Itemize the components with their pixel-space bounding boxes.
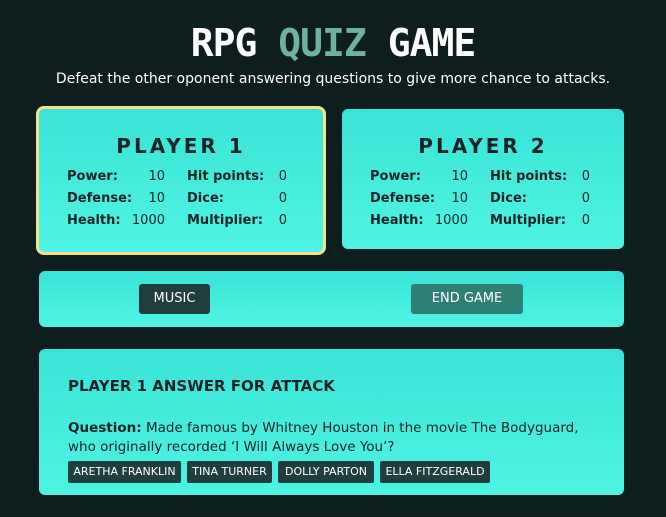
- health-value: 1000: [131, 213, 165, 228]
- game-title: RPG QUIZ GAME: [0, 20, 666, 66]
- player-1-name: PLAYER 1: [116, 134, 246, 158]
- multiplier-value: 0: [581, 213, 590, 228]
- music-button[interactable]: MUSIC: [139, 284, 210, 314]
- title-part-game: GAME: [387, 21, 477, 65]
- question-label: Question:: [68, 420, 142, 436]
- controls-panel: MUSIC END GAME: [39, 271, 624, 327]
- answer-option-aretha-franklin[interactable]: ARETHA FRANKLIN: [68, 461, 181, 483]
- defense-value: 10: [148, 191, 165, 206]
- hit-points-value: 0: [581, 169, 590, 184]
- player-1-card: PLAYER 1 Power: 10 Defense: 10 Health: 1…: [36, 106, 326, 255]
- defense-value: 10: [451, 191, 468, 206]
- power-value: 10: [451, 169, 468, 184]
- health-label: Health:: [67, 213, 121, 228]
- hit-points-value: 0: [278, 169, 287, 184]
- question-panel: PLAYER 1 ANSWER FOR ATTACK Question: Mad…: [39, 349, 624, 495]
- answer-option-tina-turner[interactable]: TINA TURNER: [187, 461, 272, 483]
- health-value: 1000: [434, 213, 468, 228]
- question-heading: PLAYER 1 ANSWER FOR ATTACK: [68, 377, 335, 395]
- dice-label: Dice:: [490, 191, 527, 206]
- power-label: Power:: [370, 169, 421, 184]
- title-part-rpg: RPG: [190, 21, 258, 65]
- player-2-name: PLAYER 2: [418, 134, 548, 158]
- multiplier-value: 0: [278, 213, 287, 228]
- defense-label: Defense:: [67, 191, 133, 206]
- title-part-quiz: QUIZ: [278, 21, 367, 65]
- question-body: Made famous by Whitney Houston in the mo…: [68, 420, 579, 455]
- question-text: Question: Made famous by Whitney Houston…: [68, 419, 588, 457]
- dice-value: 0: [278, 191, 287, 206]
- end-game-button[interactable]: END GAME: [411, 284, 523, 314]
- answer-option-ella-fitzgerald[interactable]: ELLA FITZGERALD: [380, 461, 490, 483]
- dice-value: 0: [581, 191, 590, 206]
- power-value: 10: [148, 169, 165, 184]
- player-2-card: PLAYER 2 Power: 10 Defense: 10 Health: 1…: [342, 109, 624, 249]
- answer-option-dolly-parton[interactable]: DOLLY PARTON: [278, 461, 374, 483]
- dice-label: Dice:: [187, 191, 224, 206]
- defense-label: Defense:: [370, 191, 436, 206]
- power-label: Power:: [67, 169, 118, 184]
- health-label: Health:: [370, 213, 424, 228]
- game-subtitle: Defeat the other oponent answering quest…: [55, 71, 611, 87]
